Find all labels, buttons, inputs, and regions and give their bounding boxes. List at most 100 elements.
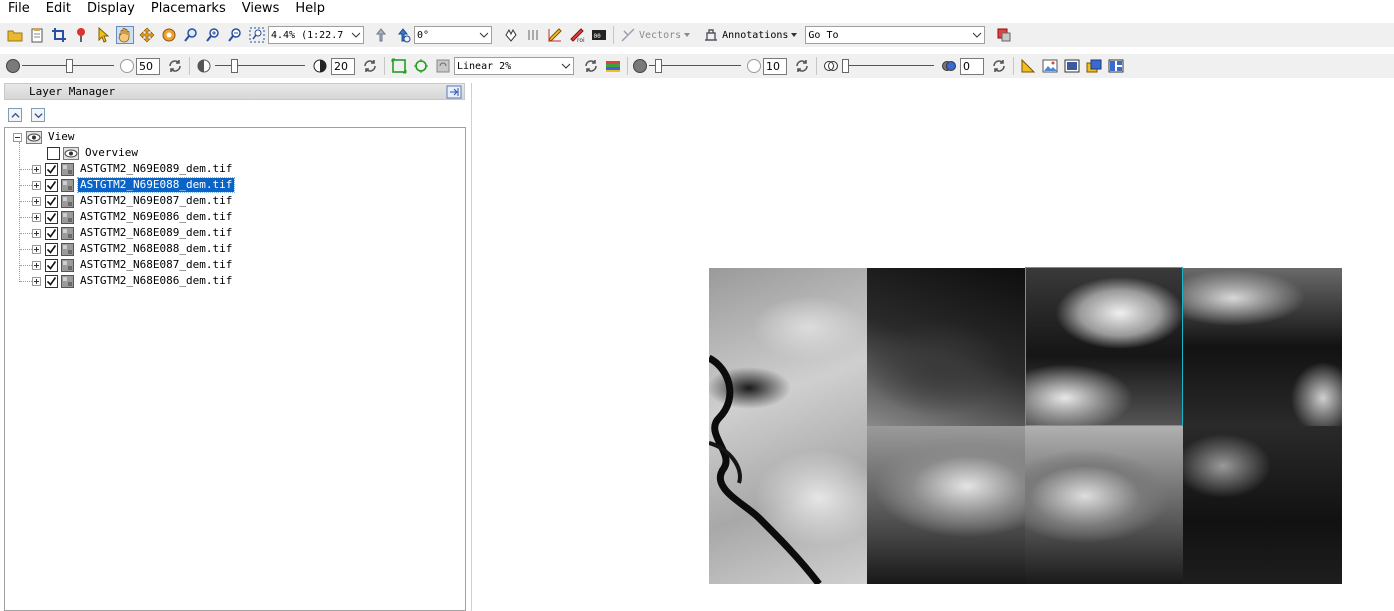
dem-tile-n68e089	[1183, 426, 1342, 584]
move-arrows-icon[interactable]	[138, 26, 156, 44]
crosshair-grey-icon[interactable]	[524, 26, 542, 44]
brightness-input[interactable]: 50	[136, 57, 160, 75]
zoom-in-icon[interactable]	[204, 26, 222, 44]
expand-icon[interactable]	[32, 260, 41, 270]
pan-hand-icon[interactable]	[116, 26, 134, 44]
layer-visibility-checkbox[interactable]	[45, 178, 58, 192]
expand-icon[interactable]	[32, 180, 41, 190]
open-folder-icon[interactable]	[6, 26, 24, 44]
roi-tool-icon[interactable]: roi	[568, 26, 586, 44]
brightness-slider[interactable]	[22, 57, 114, 75]
tree-root-view[interactable]: View	[13, 129, 77, 145]
brightness-slider-thumb[interactable]	[66, 59, 73, 73]
menu-edit[interactable]: Edit	[38, 0, 79, 17]
split-view-icon[interactable]	[1107, 57, 1125, 75]
move-layer-down-button[interactable]	[31, 108, 45, 122]
stack-view-icon[interactable]	[1085, 57, 1103, 75]
chevron-down-icon	[477, 27, 491, 43]
contrast-input[interactable]: 20	[331, 57, 355, 75]
stretch-full-icon[interactable]	[390, 57, 408, 75]
stretch-view-icon[interactable]	[412, 57, 430, 75]
layer-row[interactable]: ASTGTM2_N68E087_dem.tif	[32, 257, 234, 273]
layer-row[interactable]: ASTGTM2_N68E089_dem.tif	[32, 225, 234, 241]
reset-brightness-icon[interactable]	[166, 57, 184, 75]
color-table-icon[interactable]	[604, 57, 622, 75]
layer-name: ASTGTM2_N69E087_dem.tif	[80, 194, 233, 207]
watermark-text: CSDN @zhangxiaohua18	[1174, 583, 1378, 602]
layer-tree: View Overview ASTGTM2_N69E089_dem.tif AST…	[4, 127, 466, 611]
sharpen-slider-thumb[interactable]	[655, 59, 662, 73]
pin-panel-icon[interactable]	[446, 85, 462, 99]
transparency-slider[interactable]	[842, 57, 934, 75]
zoom-level-combo[interactable]: 4.4% (1:22.7	[268, 26, 364, 44]
link-views-icon[interactable]	[995, 26, 1013, 44]
counter-display-icon[interactable]: 00	[590, 26, 608, 44]
reset-stretch-icon[interactable]	[582, 57, 600, 75]
menu-placemarks[interactable]: Placemarks	[143, 0, 234, 17]
zoom-tool-icon[interactable]	[182, 26, 200, 44]
overview-checkbox[interactable]	[47, 146, 60, 160]
overview-row[interactable]: Overview	[47, 145, 140, 161]
reset-transparency-icon[interactable]	[990, 57, 1008, 75]
menu-file[interactable]: File	[0, 0, 38, 17]
expand-icon[interactable]	[32, 164, 41, 174]
stretch-type-combo[interactable]: Linear 2%	[454, 57, 574, 75]
layer-row[interactable]: ASTGTM2_N68E086_dem.tif	[32, 273, 234, 289]
overview-eye-icon	[63, 146, 79, 160]
collapse-icon[interactable]	[13, 132, 22, 142]
layer-visibility-checkbox[interactable]	[45, 258, 58, 272]
expand-icon[interactable]	[32, 196, 41, 206]
vectors-menu[interactable]: Vectors	[639, 30, 691, 41]
reset-sharpen-icon[interactable]	[793, 57, 811, 75]
goto-combo[interactable]: Go To	[805, 26, 986, 44]
transparency-input[interactable]: 0	[960, 57, 984, 75]
rotate-icon[interactable]	[160, 26, 178, 44]
select-pointer-icon[interactable]	[94, 26, 112, 44]
layer-row[interactable]: ASTGTM2_N68E088_dem.tif	[32, 241, 234, 257]
single-view-icon[interactable]	[1063, 57, 1081, 75]
annotations-menu[interactable]: Annotations	[722, 30, 798, 41]
placemark-pin-icon[interactable]	[72, 26, 90, 44]
contrast-slider-thumb[interactable]	[231, 59, 238, 73]
clipboard-icon[interactable]	[28, 26, 46, 44]
layer-row[interactable]: ASTGTM2_N69E086_dem.tif	[32, 209, 234, 225]
layer-row[interactable]: ASTGTM2_N69E089_dem.tif	[32, 161, 234, 177]
sharpen-slider[interactable]	[649, 57, 741, 75]
crop-icon[interactable]	[50, 26, 68, 44]
stretch-refresh-icon[interactable]	[434, 57, 452, 75]
rotate-arrow-icon[interactable]	[394, 26, 412, 44]
menu-help[interactable]: Help	[287, 0, 333, 17]
menu-views[interactable]: Views	[234, 0, 288, 17]
annotations-icon[interactable]	[702, 26, 720, 44]
layer-name: ASTGTM2_N69E086_dem.tif	[80, 210, 233, 223]
move-layer-up-button[interactable]	[8, 108, 22, 122]
transparency-slider-thumb[interactable]	[842, 59, 849, 73]
contrast-slider[interactable]	[215, 57, 305, 75]
layer-row[interactable]: ASTGTM2_N69E087_dem.tif	[32, 193, 234, 209]
vectors-icon[interactable]	[619, 26, 637, 44]
zoom-fit-icon[interactable]	[248, 26, 266, 44]
expand-icon[interactable]	[32, 276, 41, 286]
sharpen-input[interactable]: 10	[763, 57, 787, 75]
measure-pencil-icon[interactable]	[546, 26, 564, 44]
image-view-icon[interactable]	[1041, 57, 1059, 75]
menu-display[interactable]: Display	[79, 0, 143, 17]
dem-tile-n69e089	[1183, 268, 1342, 426]
map-view[interactable]	[472, 83, 1394, 611]
ruler-triangle-icon[interactable]	[1019, 57, 1037, 75]
layer-visibility-checkbox[interactable]	[45, 162, 58, 176]
layer-visibility-checkbox[interactable]	[45, 226, 58, 240]
cursor-value-icon[interactable]	[502, 26, 520, 44]
layer-visibility-checkbox[interactable]	[45, 210, 58, 224]
layer-row[interactable]: ASTGTM2_N69E088_dem.tif	[32, 177, 236, 193]
layer-visibility-checkbox[interactable]	[45, 194, 58, 208]
zoom-out-icon[interactable]	[226, 26, 244, 44]
expand-icon[interactable]	[32, 212, 41, 222]
rotation-combo[interactable]: 0°	[414, 26, 492, 44]
layer-visibility-checkbox[interactable]	[45, 274, 58, 288]
layer-visibility-checkbox[interactable]	[45, 242, 58, 256]
expand-icon[interactable]	[32, 244, 41, 254]
reset-contrast-icon[interactable]	[361, 57, 379, 75]
expand-icon[interactable]	[32, 228, 41, 238]
rotate-north-icon[interactable]	[372, 26, 390, 44]
